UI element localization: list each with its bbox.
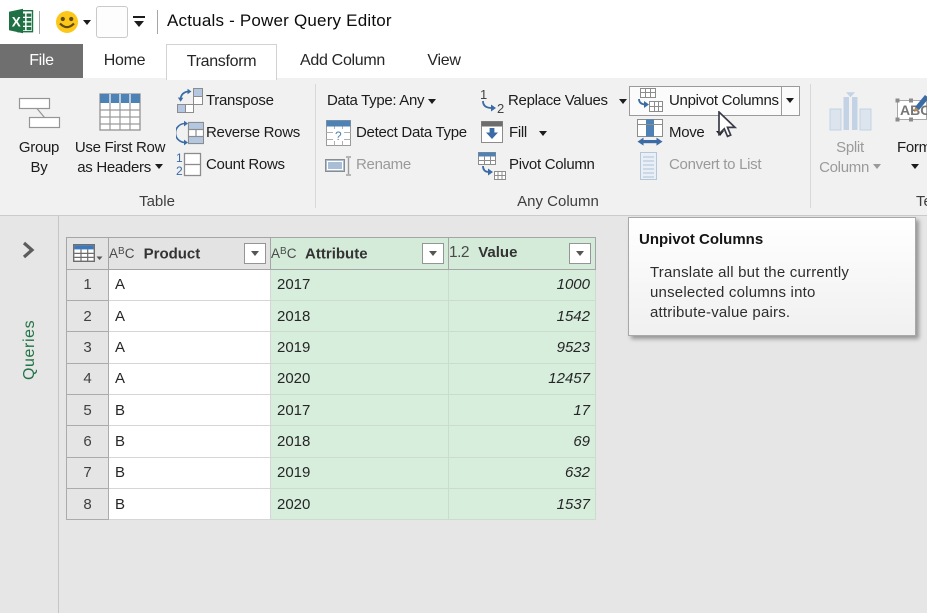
svg-text:?: ?: [335, 129, 342, 143]
svg-text:1: 1: [176, 151, 183, 165]
svg-text:2: 2: [176, 164, 183, 178]
svg-text:X: X: [12, 14, 21, 29]
svg-text:2: 2: [497, 101, 504, 115]
svg-text:1: 1: [480, 88, 487, 102]
